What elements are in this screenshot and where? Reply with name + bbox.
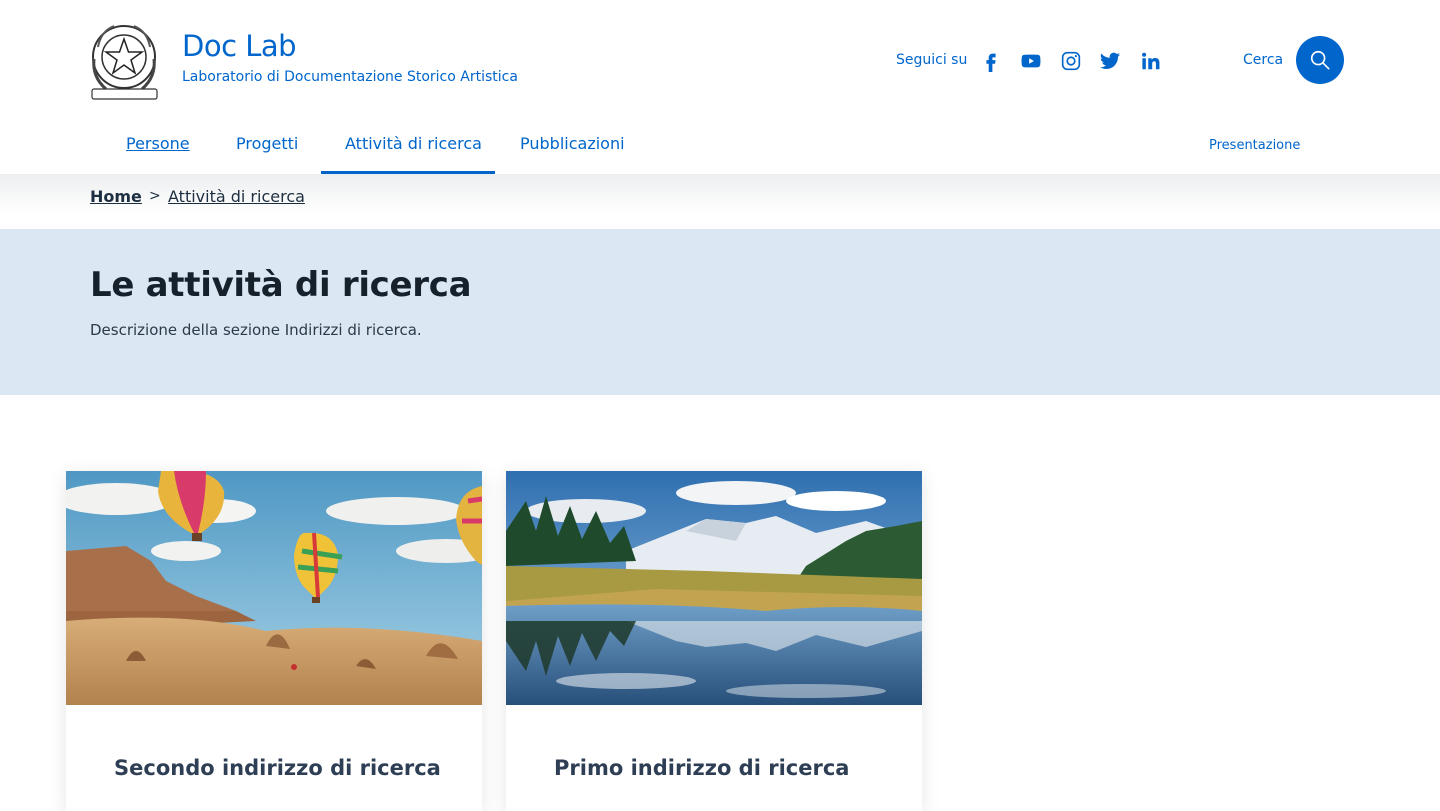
search-icon [1310, 50, 1330, 70]
follow-us-label: Seguici su [896, 52, 968, 68]
research-card[interactable]: Secondo indirizzo di ricerca [66, 471, 482, 811]
nav-item-pubblicazioni[interactable]: Pubblicazioni [520, 134, 625, 153]
page-hero: Le attività di ricerca Descrizione della… [0, 229, 1440, 395]
main-navigation: Persone Progetti Attività di ricerca Pub… [0, 118, 1440, 174]
breadcrumb-home-link[interactable]: Home [90, 187, 142, 206]
nav-item-attivita-di-ricerca[interactable]: Attività di ricerca [345, 134, 482, 153]
facebook-icon[interactable] [978, 48, 1004, 74]
nav-item-persone[interactable]: Persone [126, 134, 190, 153]
italian-republic-emblem-icon[interactable] [86, 17, 163, 102]
breadcrumb-separator: > [149, 188, 161, 204]
breadcrumb-home[interactable]: Home [90, 187, 142, 206]
research-card[interactable]: Primo indirizzo di ricerca [506, 471, 922, 811]
card-title[interactable]: Secondo indirizzo di ricerca [114, 756, 441, 780]
search-label[interactable]: Cerca [1243, 52, 1283, 68]
card-image-mountain-lake [506, 471, 922, 705]
twitter-icon[interactable] [1097, 48, 1123, 74]
card-title[interactable]: Primo indirizzo di ricerca [554, 756, 849, 780]
breadcrumb: Home > Attività di ricerca [0, 174, 1440, 229]
youtube-icon[interactable] [1018, 48, 1044, 74]
search-button[interactable] [1296, 36, 1344, 84]
instagram-icon[interactable] [1058, 48, 1084, 74]
breadcrumb-current[interactable]: Attività di ricerca [168, 187, 305, 206]
linkedin-icon[interactable] [1138, 48, 1164, 74]
site-header: Doc Lab Laboratorio di Documentazione St… [0, 0, 1440, 118]
page-description: Descrizione della sezione Indirizzi di r… [90, 321, 422, 339]
breadcrumb-current-link[interactable]: Attività di ricerca [168, 187, 305, 206]
nav-item-progetti[interactable]: Progetti [236, 134, 298, 153]
site-subtitle: Laboratorio di Documentazione Storico Ar… [182, 69, 518, 85]
nav-link-presentazione[interactable]: Presentazione [1209, 138, 1300, 153]
site-title[interactable]: Doc Lab [182, 29, 297, 63]
page-title: Le attività di ricerca [90, 265, 472, 305]
card-image-balloons [66, 471, 482, 705]
